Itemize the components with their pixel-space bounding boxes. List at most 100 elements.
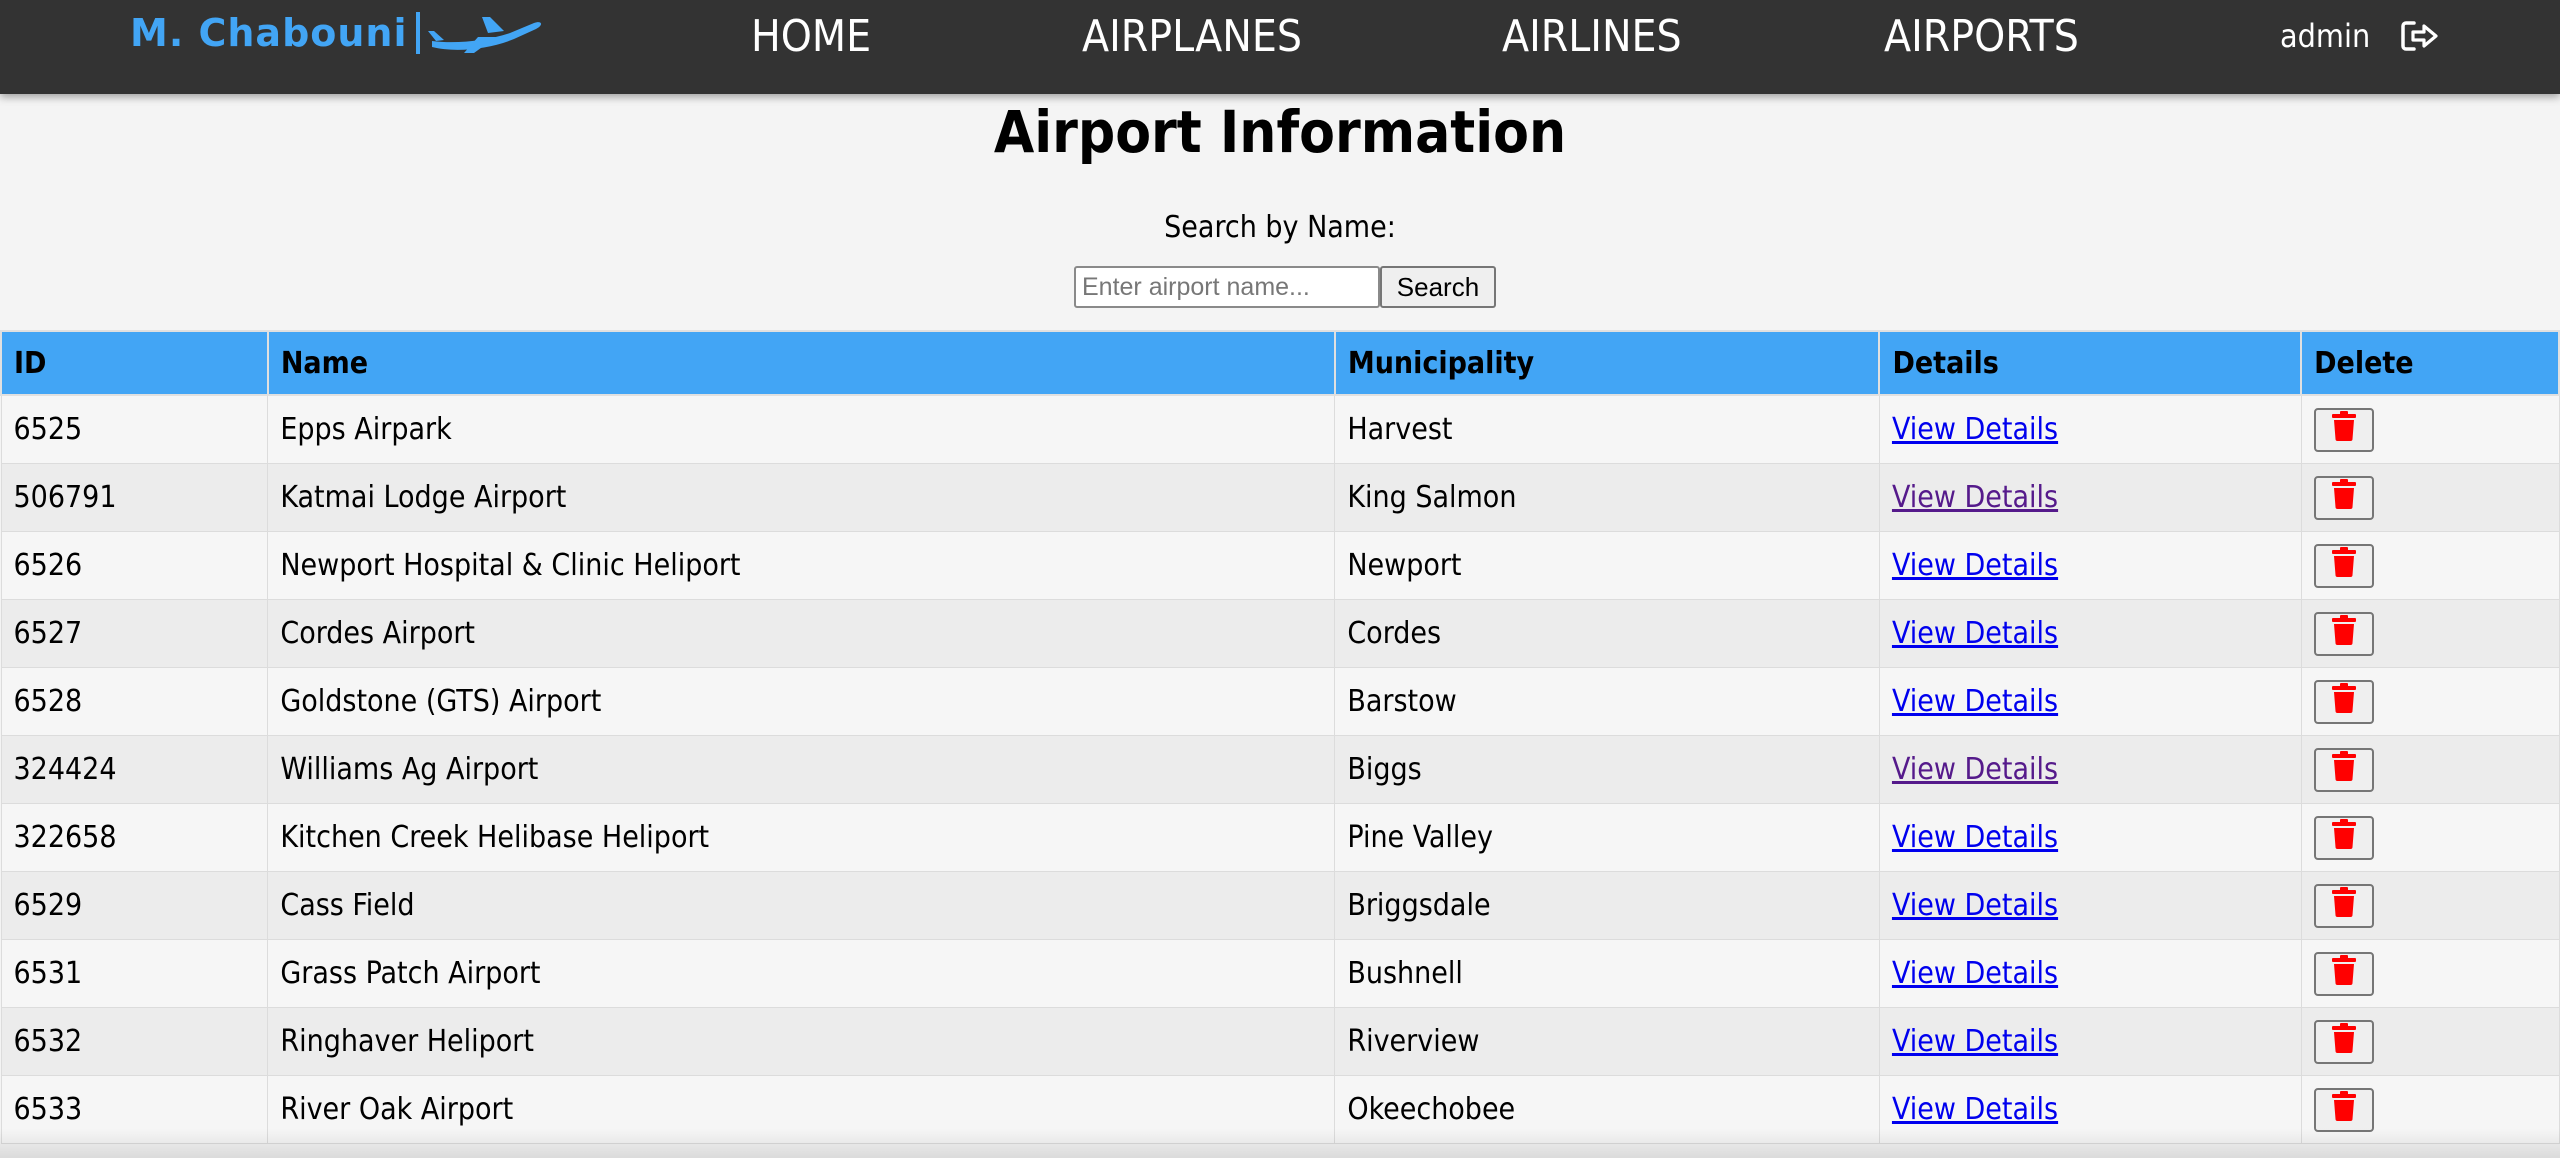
delete-button[interactable]: [2313, 475, 2374, 520]
cell-municipality: Biggs: [1334, 735, 1880, 804]
trash-icon: [2331, 1022, 2357, 1061]
cell-details: View Details: [1878, 735, 2302, 804]
cell-id: 6531: [0, 939, 269, 1008]
table-row: 6528 Goldstone (GTS) Airport Barstow View D…: [0, 667, 2560, 736]
nav-airlines[interactable]: AIRLINES: [1502, 8, 1682, 66]
table-body: 6525 Epps Airpark Harvest View Details 50679…: [0, 394, 2560, 1144]
airports-table: ID Name Municipality Details Delete 6525…: [0, 330, 2560, 1144]
table-header-row: ID Name Municipality Details Delete: [0, 330, 2560, 396]
cell-id: 324424: [0, 735, 269, 804]
search-label: Search by Name:: [1164, 210, 1396, 245]
cell-delete: [2300, 735, 2560, 804]
cell-details: View Details: [1878, 667, 2302, 736]
delete-button[interactable]: [2313, 679, 2374, 724]
delete-button[interactable]: [2313, 747, 2374, 792]
table-row: 6532 Ringhaver Heliport Riverview View Deta…: [0, 1007, 2560, 1076]
trash-icon: [2331, 886, 2357, 925]
cell-delete: [2300, 871, 2560, 940]
cell-details: View Details: [1878, 531, 2302, 600]
username: admin: [2280, 17, 2371, 55]
cell-name: Epps Airpark: [267, 394, 1336, 464]
view-details-link[interactable]: View Details: [1892, 1092, 2058, 1127]
cell-municipality: Okeechobee: [1334, 1075, 1880, 1144]
view-details-link[interactable]: View Details: [1892, 956, 2058, 991]
cell-details: View Details: [1878, 803, 2302, 872]
top-navbar: M. Chabouni HOME AIRPLANES AIRLINES AIRP…: [0, 0, 2560, 94]
view-details-link[interactable]: View Details: [1892, 684, 2058, 719]
view-details-link[interactable]: View Details: [1892, 480, 2058, 515]
cell-municipality: Newport: [1334, 531, 1880, 600]
cell-municipality: King Salmon: [1334, 463, 1880, 532]
cell-name: Ringhaver Heliport: [267, 1007, 1336, 1076]
cell-delete: [2300, 463, 2560, 532]
view-details-link[interactable]: View Details: [1892, 752, 2058, 787]
search-button[interactable]: Search: [1380, 266, 1496, 308]
view-details-link[interactable]: View Details: [1892, 820, 2058, 855]
nav-home[interactable]: HOME: [751, 8, 871, 66]
cell-municipality: Pine Valley: [1334, 803, 1880, 872]
cell-municipality: Cordes: [1334, 599, 1880, 668]
delete-button[interactable]: [2313, 407, 2374, 452]
nav-airplanes[interactable]: AIRPLANES: [1082, 8, 1302, 66]
view-details-link[interactable]: View Details: [1892, 1024, 2058, 1059]
search-input[interactable]: [1074, 266, 1380, 308]
trash-icon: [2331, 818, 2357, 857]
delete-button[interactable]: [2313, 951, 2374, 996]
cell-name: Cordes Airport: [267, 599, 1336, 668]
cell-id: 6533: [0, 1075, 269, 1144]
user-area: admin: [2280, 10, 2440, 62]
brand-logo[interactable]: M. Chabouni: [130, 8, 544, 58]
trash-icon: [2331, 410, 2357, 449]
nav-airports[interactable]: AIRPORTS: [1884, 8, 2079, 66]
cell-delete: [2300, 1007, 2560, 1076]
cell-name: Katmai Lodge Airport: [267, 463, 1336, 532]
delete-button[interactable]: [2313, 1019, 2374, 1064]
cell-id: 322658: [0, 803, 269, 872]
trash-icon: [2331, 954, 2357, 993]
table-row: 6529 Cass Field Briggsdale View Details: [0, 871, 2560, 940]
cell-details: View Details: [1878, 463, 2302, 532]
view-details-link[interactable]: View Details: [1892, 888, 2058, 923]
column-header-delete: Delete: [2300, 330, 2560, 396]
view-details-link[interactable]: View Details: [1892, 412, 2058, 447]
trash-icon: [2331, 1090, 2357, 1129]
view-details-link[interactable]: View Details: [1892, 548, 2058, 583]
cell-municipality: Bushnell: [1334, 939, 1880, 1008]
cell-details: View Details: [1878, 939, 2302, 1008]
cell-municipality: Riverview: [1334, 1007, 1880, 1076]
cell-delete: [2300, 803, 2560, 872]
table-row: 322658 Kitchen Creek Helibase Heliport Pin…: [0, 803, 2560, 872]
delete-button[interactable]: [2313, 815, 2374, 860]
logout-icon[interactable]: [2400, 19, 2440, 53]
cell-name: Williams Ag Airport: [267, 735, 1336, 804]
cell-name: Newport Hospital & Clinic Heliport: [267, 531, 1336, 600]
delete-button[interactable]: [2313, 543, 2374, 588]
cell-id: 6529: [0, 871, 269, 940]
trash-icon: [2331, 682, 2357, 721]
cell-municipality: Harvest: [1334, 394, 1880, 464]
column-header-details: Details: [1878, 330, 2303, 396]
delete-button[interactable]: [2313, 1087, 2374, 1132]
cell-id: 506791: [0, 463, 269, 532]
cell-delete: [2300, 939, 2560, 1008]
table-row: 506791 Katmai Lodge Airport King Salmon Vie…: [0, 463, 2560, 532]
delete-button[interactable]: [2313, 611, 2374, 656]
cell-id: 6525: [0, 394, 269, 464]
cell-id: 6527: [0, 599, 269, 668]
cell-municipality: Barstow: [1334, 667, 1880, 736]
table-row: 6533 River Oak Airport Okeechobee View Deta…: [0, 1075, 2560, 1144]
airplane-icon: [426, 11, 544, 55]
column-header-municipality: Municipality: [1333, 330, 1881, 396]
table-row: 324424 Williams Ag Airport Biggs View Detai…: [0, 735, 2560, 804]
cell-id: 6528: [0, 667, 269, 736]
cell-details: View Details: [1878, 1007, 2302, 1076]
trash-icon: [2331, 614, 2357, 653]
delete-button[interactable]: [2313, 883, 2374, 928]
view-details-link[interactable]: View Details: [1892, 616, 2058, 651]
table-row: 6527 Cordes Airport Cordes View Details: [0, 599, 2560, 668]
cell-name: Goldstone (GTS) Airport: [267, 667, 1336, 736]
table-row: 6531 Grass Patch Airport Bushnell View Deta…: [0, 939, 2560, 1008]
cell-name: River Oak Airport: [267, 1075, 1336, 1144]
trash-icon: [2331, 478, 2357, 517]
column-header-name: Name: [266, 330, 1336, 396]
